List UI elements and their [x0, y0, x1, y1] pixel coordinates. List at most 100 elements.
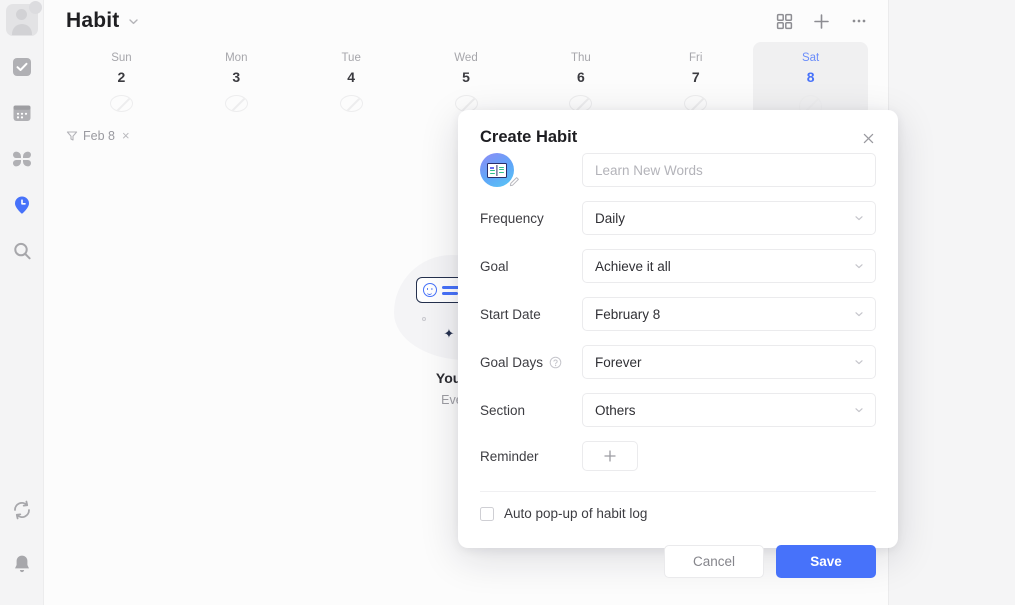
day-number: 3: [232, 69, 241, 85]
day-number: 5: [462, 69, 470, 85]
start-date-value: February 8: [595, 306, 661, 322]
goal-value: Achieve it all: [595, 258, 671, 274]
day-of-week: Sun: [111, 52, 132, 64]
edit-pencil-icon[interactable]: [509, 176, 520, 190]
frequency-value: Daily: [595, 210, 626, 226]
habit-icon-picker[interactable]: [480, 153, 519, 187]
section-value: Others: [595, 402, 636, 418]
grid-view-button[interactable]: [776, 13, 793, 30]
day-progress-ring: [339, 95, 363, 112]
start-date-select[interactable]: February 8: [582, 297, 876, 331]
day-column[interactable]: Sun 2: [64, 42, 179, 112]
frequency-select[interactable]: Daily: [582, 201, 876, 235]
start-date-label: Start Date: [480, 306, 541, 322]
goal-days-select[interactable]: Forever: [582, 345, 876, 379]
day-column[interactable]: Wed 5: [409, 42, 524, 112]
dialog-title: Create Habit: [480, 128, 578, 146]
day-of-week: Fri: [689, 52, 703, 64]
sidebar-item-search[interactable]: [9, 238, 35, 264]
notifications-button[interactable]: [9, 551, 35, 577]
day-of-week: Mon: [225, 52, 248, 64]
auto-popup-checkbox[interactable]: [480, 506, 494, 521]
help-icon[interactable]: [549, 356, 562, 369]
chevron-down-icon: [853, 308, 865, 320]
sidebar-item-habit[interactable]: [9, 192, 35, 218]
more-horizontal-icon: [852, 19, 866, 23]
save-button[interactable]: Save: [776, 545, 876, 578]
sync-button[interactable]: [9, 497, 35, 523]
filter-chip[interactable]: Feb 8 ×: [66, 128, 130, 143]
sparkle-icon: ✦: [443, 326, 455, 341]
day-progress-ring: [224, 95, 248, 112]
section-label: Section: [480, 402, 526, 418]
goal-days-label: Goal Days: [480, 354, 544, 370]
smiley-icon: [422, 283, 437, 297]
page-title: Habit: [66, 9, 120, 32]
chevron-down-icon: [853, 356, 865, 368]
day-number: 7: [691, 69, 700, 85]
day-of-week: Tue: [341, 52, 361, 64]
day-number: 8: [806, 69, 815, 85]
close-icon: [863, 133, 874, 144]
day-of-week: Wed: [454, 52, 478, 64]
chevron-down-icon[interactable]: [127, 15, 140, 28]
reminder-label: Reminder: [480, 448, 539, 464]
grid-view-icon: [776, 13, 793, 29]
plus-icon: [814, 13, 829, 29]
clock-pin-icon: [14, 196, 29, 214]
frequency-label: Frequency: [480, 210, 544, 226]
grid-four-icon: [12, 151, 31, 167]
week-strip: Sun 2 Mon 3 Tue 4 Wed 5 Thu 6 Fri 7 Sat …: [44, 42, 888, 118]
chevron-down-icon: [853, 404, 865, 416]
add-habit-button[interactable]: [812, 12, 831, 31]
goal-days-value: Forever: [595, 354, 642, 370]
more-options-button[interactable]: [850, 12, 868, 30]
auto-popup-label: Auto pop-up of habit log: [504, 506, 648, 521]
filter-chip-label: Feb 8: [83, 128, 115, 143]
calendar-icon: [13, 105, 30, 121]
create-habit-dialog: Create Habit Learn New Words Frequency D…: [458, 110, 898, 578]
sync-icon: [13, 500, 30, 520]
app-window: Habit Sun 2 Mon 3 Tue 4 Wed 5 Thu 6 Fri …: [0, 0, 1015, 605]
day-of-week: Thu: [570, 52, 591, 64]
day-column[interactable]: Mon 3: [179, 42, 294, 112]
add-reminder-button[interactable]: [582, 441, 638, 471]
sidebar-item-calendar[interactable]: [9, 100, 35, 126]
habit-name-row: Learn New Words: [480, 153, 876, 187]
top-bar-actions: [776, 12, 868, 31]
sidebar-item-tasks[interactable]: [9, 54, 35, 80]
book-icon: [487, 162, 507, 178]
filter-icon: [66, 130, 78, 141]
day-number: 2: [117, 69, 126, 85]
day-column-selected[interactable]: Sat 8: [753, 42, 869, 118]
section-select[interactable]: Others: [582, 393, 876, 427]
auto-popup-row: Auto pop-up of habit log: [480, 506, 876, 521]
checkbox-icon: [12, 58, 31, 76]
left-rail: [0, 0, 44, 605]
day-column[interactable]: Thu 6: [523, 42, 638, 112]
close-button[interactable]: [861, 128, 876, 146]
habit-name-input[interactable]: Learn New Words: [582, 153, 876, 187]
reminder-row: Reminder: [480, 441, 876, 471]
start-date-row: Start Date February 8: [480, 297, 876, 331]
frequency-row: Frequency Daily: [480, 201, 876, 235]
search-icon: [13, 242, 31, 260]
dialog-header: Create Habit: [480, 128, 876, 147]
plus-icon: [604, 450, 616, 462]
day-progress-ring: [109, 95, 133, 112]
top-bar: Habit: [44, 0, 888, 42]
goal-select[interactable]: Achieve it all: [582, 249, 876, 283]
bell-icon: [14, 555, 29, 573]
goal-days-row: Goal Days Forever: [480, 345, 876, 379]
filter-chip-remove-icon[interactable]: ×: [122, 128, 130, 143]
day-number: 4: [347, 69, 356, 85]
section-row: Section Others: [480, 393, 876, 427]
day-column[interactable]: Fri 7: [638, 42, 753, 112]
cancel-button[interactable]: Cancel: [664, 545, 764, 578]
avatar[interactable]: [5, 1, 42, 36]
sidebar-item-matrix[interactable]: [9, 146, 35, 172]
dialog-actions: Cancel Save: [480, 545, 876, 578]
chevron-down-icon: [853, 260, 865, 272]
day-column[interactable]: Tue 4: [294, 42, 409, 112]
goal-row: Goal Achieve it all: [480, 249, 876, 283]
